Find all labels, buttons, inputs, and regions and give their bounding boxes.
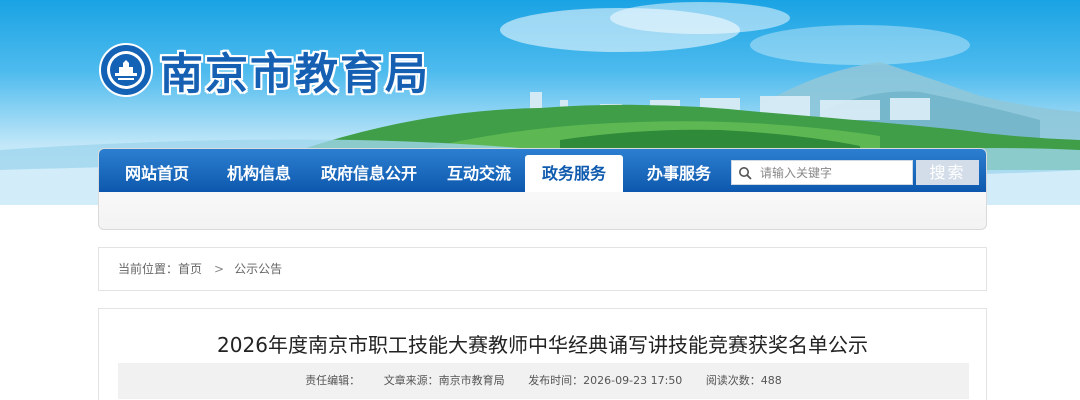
- meta-views: 阅读次数：488: [705, 374, 782, 387]
- article-meta-bar: 责任编辑： 文章来源：南京市教育局 发布时间：2026-09-23 17:50 …: [118, 363, 969, 399]
- nav-item-government-info[interactable]: 政府信息公开: [309, 149, 429, 192]
- breadcrumb-prefix: 当前位置：: [118, 262, 179, 276]
- nav-item-government-services[interactable]: 政务服务: [525, 155, 623, 192]
- article-title: 2026年度南京市职工技能大赛教师中华经典诵写讲技能竞赛获奖名单公示: [217, 333, 868, 357]
- nav-item-interaction[interactable]: 互动交流: [429, 149, 529, 192]
- meta-source: 文章来源：南京市教育局: [383, 374, 505, 387]
- meta-editor: 责任编辑：: [305, 374, 361, 387]
- breadcrumb-home-link[interactable]: 首页: [178, 248, 202, 290]
- search-icon: [739, 167, 752, 180]
- article-container: 2026年度南京市职工技能大赛教师中华经典诵写讲技能竞赛获奖名单公示 责任编辑：…: [98, 308, 987, 400]
- meta-publish-time: 发布时间：2026-09-23 17:50: [528, 374, 683, 387]
- main-navigation: 网站首页 机构信息 政府信息公开 互动交流 政务服务 办事服务 搜索: [98, 148, 987, 230]
- breadcrumb-separator: >: [214, 262, 225, 276]
- nanjing-education-emblem-icon: [99, 43, 153, 97]
- site-title: 南京市教育局: [160, 50, 430, 100]
- breadcrumb: 当前位置：首页 > 公示公告: [98, 247, 987, 291]
- search-button[interactable]: 搜索: [916, 160, 979, 185]
- nav-item-organization[interactable]: 机构信息: [211, 149, 307, 192]
- breadcrumb-current-link[interactable]: 公示公告: [234, 248, 282, 290]
- nav-bar: 网站首页 机构信息 政府信息公开 互动交流 政务服务 办事服务 搜索: [99, 149, 986, 192]
- search-input[interactable]: [760, 161, 910, 184]
- nav-item-home[interactable]: 网站首页: [109, 149, 205, 192]
- nav-item-affairs-services[interactable]: 办事服务: [631, 149, 727, 192]
- search-box: [731, 160, 913, 185]
